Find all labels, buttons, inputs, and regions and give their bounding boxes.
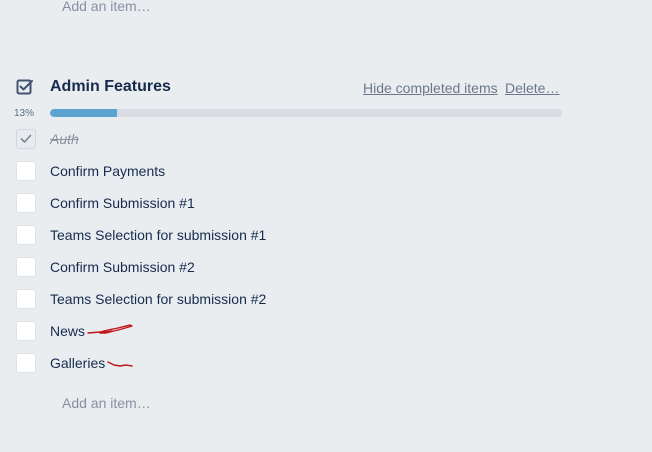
delete-checklist-link[interactable]: Delete…: [505, 80, 559, 96]
checklist-item-label[interactable]: Confirm Payments: [50, 163, 165, 179]
red-scribble-annotation: [107, 361, 133, 367]
checkbox[interactable]: [16, 193, 36, 213]
checklist-item-confirm-submission-1: Confirm Submission #1: [16, 193, 576, 215]
checklist-item-teams-selection-2: Teams Selection for submission #2: [16, 289, 576, 311]
red-scribble-annotation: [87, 324, 133, 334]
checklist-icon: [16, 79, 33, 95]
checklist-item-galleries: Galleries: [16, 353, 576, 375]
checklist-item-label[interactable]: Teams Selection for submission #1: [50, 227, 266, 243]
checklist-item-teams-selection-1: Teams Selection for submission #1: [16, 225, 576, 247]
checkmark-icon: [20, 134, 32, 143]
checkbox[interactable]: [16, 321, 36, 341]
checkbox[interactable]: [16, 257, 36, 277]
checklist-item-label[interactable]: Confirm Submission #1: [50, 195, 195, 211]
add-item-link-previous[interactable]: Add an item…: [62, 0, 151, 14]
checkbox-checked[interactable]: [16, 129, 36, 149]
hide-completed-items-link[interactable]: Hide completed items: [363, 80, 498, 96]
checklist-item-label[interactable]: Teams Selection for submission #2: [50, 291, 266, 307]
add-item-link[interactable]: Add an item…: [62, 395, 151, 411]
checklist-item-label[interactable]: Galleries: [50, 355, 105, 371]
checklist-title[interactable]: Admin Features: [50, 77, 171, 97]
checklist-item-label[interactable]: Confirm Submission #2: [50, 259, 195, 275]
checklist-item-confirm-payments: Confirm Payments: [16, 161, 576, 183]
checklist-item-label[interactable]: Auth: [50, 131, 79, 147]
checklist-item-auth: Auth: [16, 129, 576, 151]
checkbox[interactable]: [16, 225, 36, 245]
checkbox[interactable]: [16, 353, 36, 373]
progress-percentage: 13%: [14, 108, 35, 119]
checklist-item-label[interactable]: News: [50, 323, 85, 339]
checkbox[interactable]: [16, 289, 36, 309]
progress-bar: [50, 109, 562, 117]
checkbox[interactable]: [16, 161, 36, 181]
progress-bar-fill: [50, 109, 117, 117]
checklist-item-confirm-submission-2: Confirm Submission #2: [16, 257, 576, 279]
